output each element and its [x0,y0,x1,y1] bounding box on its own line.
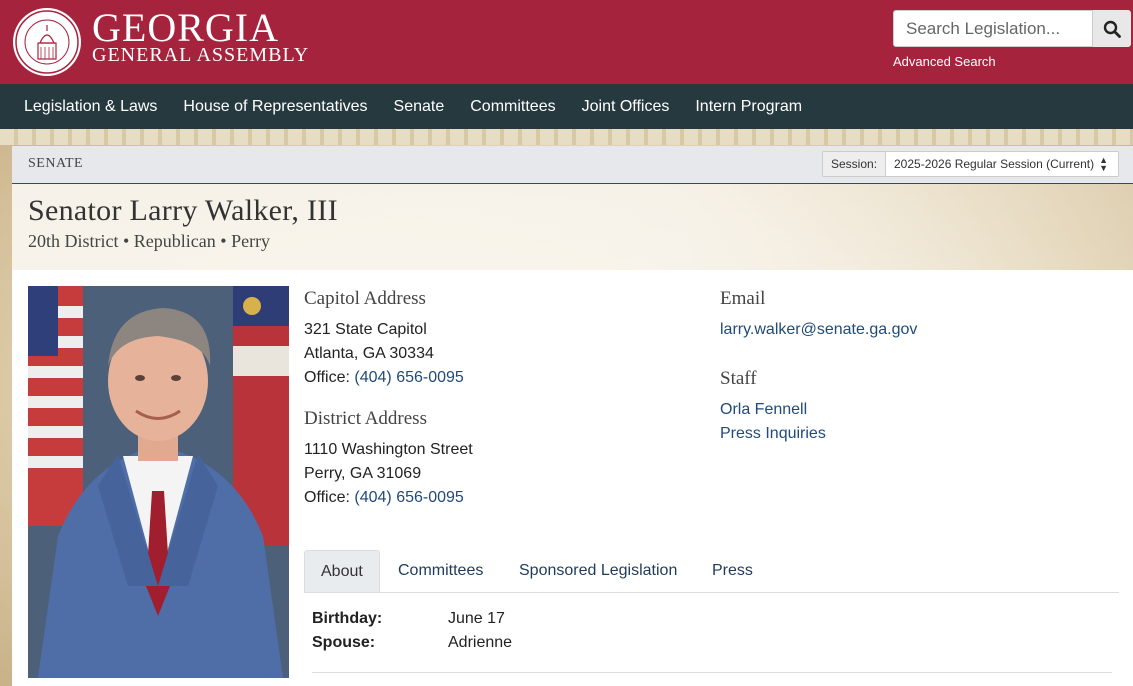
search-box [893,10,1131,47]
district-office-label: Office: [304,489,355,506]
site-header: GEORGIA GENERAL ASSEMBLY Advanced Search [0,0,1133,84]
advanced-search-link[interactable]: Advanced Search [893,54,996,69]
spouse-label: Spouse: [312,634,376,651]
session-select[interactable]: 2025-2026 Regular Session (Current) ▲ ▼ [885,151,1119,177]
nav-house[interactable]: House of Representatives [183,98,367,116]
profile-tabs: About Committees Sponsored Legislation P… [304,550,1119,593]
district-address-line1: 1110 Washington Street [304,441,473,458]
district-phone-link[interactable]: (404) 656-0095 [354,489,463,506]
capitol-office-label: Office: [304,369,355,386]
session-value: 2025-2026 Regular Session (Current) [894,157,1095,171]
nav-joint-offices[interactable]: Joint Offices [582,98,670,116]
brand-subtitle: GENERAL ASSEMBLY [92,44,310,66]
about-divider [312,672,1112,673]
senator-subtitle: 20th District • Republican • Perry [28,231,271,251]
staff-heading: Staff [720,368,757,389]
profile-panel: Capitol Address 321 State Capitol Atlant… [12,270,1133,686]
birthday-value: June 17 [448,610,505,627]
page-title-area: Senator Larry Walker, III 20th District … [12,184,1133,270]
session-label: Session: [822,151,887,177]
email-link[interactable]: larry.walker@senate.ga.gov [720,320,917,340]
breadcrumb-current: SENATE [28,156,84,171]
staff-link-press-inquiries[interactable]: Press Inquiries [720,424,826,444]
tab-about[interactable]: About [304,550,380,592]
spouse-value: Adrienne [448,634,513,651]
tab-committees[interactable]: Committees [382,550,499,592]
nav-senate[interactable]: Senate [394,98,445,116]
site-brand[interactable]: GEORGIA GENERAL ASSEMBLY [92,6,310,67]
capitol-address-line1: 321 State Capitol [304,321,427,338]
nav-legislation-laws[interactable]: Legislation & Laws [24,98,157,116]
search-button[interactable] [1093,10,1131,47]
birthday-label: Birthday: [312,610,383,627]
nav-committees[interactable]: Committees [470,98,555,116]
district-office-line: Office: (404) 656-0095 [304,488,464,508]
page-title: Senator Larry Walker, III [28,194,338,227]
capitol-phone-link[interactable]: (404) 656-0095 [354,369,463,386]
search-icon [1103,20,1121,38]
capitol-address-heading: Capitol Address [304,288,426,309]
main-nav: Legislation & Laws House of Representati… [0,84,1133,129]
tab-press[interactable]: Press [696,550,769,592]
nav-intern-program[interactable]: Intern Program [695,98,802,116]
staff-link-orla-fennell[interactable]: Orla Fennell [720,400,807,420]
tab-sponsored-legislation[interactable]: Sponsored Legislation [503,550,693,592]
portrait-illustration [28,286,289,678]
select-arrows-icon: ▲ ▼ [1099,155,1108,173]
email-heading: Email [720,288,766,309]
state-seal-logo[interactable] [12,7,82,77]
district-address-line2: Perry, GA 31069 [304,465,422,482]
capitol-office-line: Office: (404) 656-0095 [304,368,464,388]
search-input[interactable] [893,10,1093,47]
breadcrumb: SENATE Session: 2025-2026 Regular Sessio… [12,146,1133,184]
capitol-address-line2: Atlanta, GA 30334 [304,345,434,362]
senator-photo [28,286,289,678]
district-address-heading: District Address [304,408,427,429]
